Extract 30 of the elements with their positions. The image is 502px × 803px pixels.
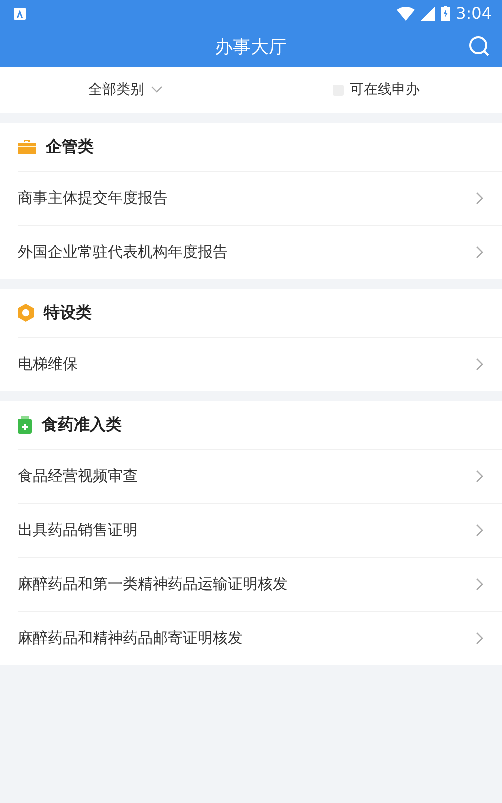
chevron-right-icon[interactable] bbox=[476, 578, 484, 591]
service-item[interactable]: 商事主体提交年度报告 bbox=[18, 189, 476, 208]
chevron-right-icon[interactable] bbox=[476, 632, 484, 645]
service-item[interactable]: 麻醉药品和精神药品邮寄证明核发 bbox=[18, 629, 476, 648]
bottle-icon bbox=[18, 416, 32, 434]
section-title: 特设类 bbox=[44, 302, 92, 324]
chevron-right-icon[interactable] bbox=[476, 192, 484, 205]
chevron-down-icon[interactable] bbox=[150, 86, 162, 94]
service-item[interactable]: 外国企业常驻代表机构年度报告 bbox=[18, 243, 476, 262]
wifi-icon bbox=[397, 6, 416, 20]
service-item[interactable]: 电梯维保 bbox=[18, 355, 476, 374]
category-dropdown[interactable]: 全部类别 bbox=[88, 81, 144, 99]
briefcase-icon bbox=[18, 139, 36, 155]
chevron-right-icon[interactable] bbox=[476, 524, 484, 537]
service-item[interactable]: 食品经营视频审查 bbox=[18, 467, 476, 486]
chevron-right-icon[interactable] bbox=[476, 246, 484, 259]
hexagon-icon bbox=[18, 304, 34, 322]
online-filter-label[interactable]: 可在线申办 bbox=[350, 81, 420, 99]
section-title: 企管类 bbox=[46, 136, 94, 158]
signal-icon bbox=[421, 6, 436, 20]
chevron-right-icon[interactable] bbox=[476, 470, 484, 483]
status-time: 3:04 bbox=[456, 4, 492, 23]
search-icon[interactable] bbox=[469, 36, 490, 57]
section-title: 食药准入类 bbox=[42, 414, 122, 436]
chevron-right-icon[interactable] bbox=[476, 358, 484, 371]
service-item[interactable]: 出具药品销售证明 bbox=[18, 521, 476, 540]
battery-icon bbox=[441, 6, 450, 21]
page-title: 办事大厅 bbox=[215, 36, 287, 59]
service-item[interactable]: 麻醉药品和第一类精神药品运输证明核发 bbox=[18, 575, 476, 594]
notification-icon bbox=[14, 8, 26, 20]
